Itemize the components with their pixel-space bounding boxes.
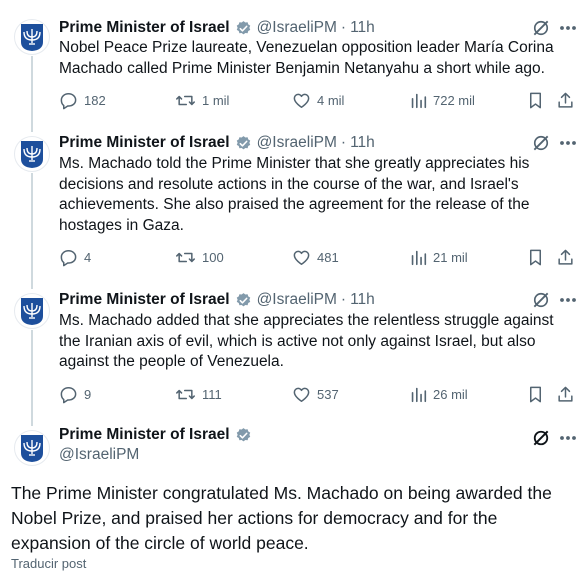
more-icon[interactable] [556, 132, 580, 154]
timestamp[interactable]: 11h [350, 291, 375, 309]
retweet-button[interactable]: 100 [175, 245, 224, 269]
verified-badge-icon [235, 20, 252, 37]
verified-badge-icon [235, 427, 252, 444]
avatar[interactable] [14, 430, 50, 466]
more-icon[interactable] [556, 289, 580, 311]
reply-count: 9 [84, 386, 92, 402]
author-name[interactable]: Prime Minister of Israel [59, 19, 230, 37]
avatar[interactable] [14, 293, 50, 329]
author-handle[interactable]: @IsraeliPM [257, 291, 337, 309]
reply-count: 4 [84, 249, 92, 265]
timestamp[interactable]: 11h [350, 134, 375, 152]
reply-count: 182 [84, 92, 106, 108]
share-button[interactable] [556, 88, 575, 112]
share-button[interactable] [556, 382, 575, 406]
views-button[interactable]: 21 mil [410, 245, 468, 269]
retweet-icon [176, 389, 195, 399]
like-button[interactable]: 4 mil [292, 88, 344, 112]
reply-icon [60, 249, 77, 266]
share-icon [558, 249, 573, 265]
tweet-text: Ms. Machado told the Prime Minister that… [59, 155, 530, 234]
like-button[interactable]: 537 [292, 382, 339, 406]
share-button[interactable] [556, 245, 575, 269]
tweet-header: Prime Minister of Israel @IsraeliPM · 11… [59, 132, 375, 154]
views-icon [411, 250, 427, 265]
tweet-header: Prime Minister of Israel @IsraeliPM · 11… [59, 17, 375, 39]
reply-icon [60, 386, 77, 403]
retweet-count: 100 [202, 249, 224, 265]
tweet-text: Ms. Machado added that she appreciates t… [59, 312, 554, 370]
author-name[interactable]: Prime Minister of Israel [59, 134, 230, 152]
author-name[interactable]: Prime Minister of Israel [59, 426, 230, 444]
author-handle[interactable]: @IsraeliPM [257, 19, 337, 37]
views-button[interactable]: 722 mil [410, 88, 475, 112]
more-icon[interactable] [556, 427, 580, 449]
grok-icon[interactable] [530, 289, 552, 311]
avatar[interactable] [14, 19, 50, 55]
retweet-count: 111 [202, 386, 222, 402]
emblem-icon [21, 141, 43, 168]
main-tweet: Prime Minister of Israel @IsraeliPM The … [0, 426, 584, 576]
translate-post-link[interactable]: Traducir post [11, 556, 86, 571]
reply-icon [60, 92, 77, 109]
grok-icon[interactable] [530, 17, 552, 39]
views-icon [411, 387, 427, 402]
retweet-count: 1 mil [202, 92, 230, 108]
tweet[interactable]: Prime Minister of Israel @IsraeliPM · 11… [0, 289, 584, 414]
emblem-icon [21, 435, 43, 462]
tweet-header: Prime Minister of Israel @IsraeliPM · 11… [59, 289, 375, 311]
separator-dot: · [340, 19, 347, 36]
grok-icon[interactable] [530, 132, 552, 154]
author-name[interactable]: Prime Minister of Israel [59, 291, 230, 309]
separator-dot: · [340, 134, 347, 151]
reply-button[interactable]: 9 [59, 382, 91, 406]
tweet-header: Prime Minister of Israel [59, 426, 252, 444]
tweet-actions: 182 1 mil 4 mil 722 mil [59, 88, 579, 112]
like-icon [293, 93, 310, 108]
reply-button[interactable]: 182 [59, 88, 106, 112]
main-tweet-text: The Prime Minister congratulated Ms. Mac… [11, 483, 552, 553]
retweet-button[interactable]: 111 [175, 382, 222, 406]
bookmark-button[interactable] [527, 382, 544, 406]
grok-icon[interactable] [530, 427, 552, 449]
bookmark-icon [529, 249, 542, 265]
retweet-icon [176, 95, 195, 105]
reply-button[interactable]: 4 [59, 245, 91, 269]
retweet-icon [176, 252, 195, 262]
tweet-actions: 9 111 537 26 mil [59, 382, 579, 406]
share-icon [558, 92, 573, 108]
like-icon [293, 250, 310, 265]
like-icon [293, 387, 310, 402]
timestamp[interactable]: 11h [350, 19, 375, 37]
bookmark-button[interactable] [527, 245, 544, 269]
like-count: 537 [317, 386, 339, 402]
bookmark-button[interactable] [527, 88, 544, 112]
avatar[interactable] [14, 136, 50, 172]
views-count: 722 mil [433, 92, 475, 108]
like-count: 4 mil [317, 92, 345, 108]
views-count: 21 mil [433, 249, 468, 265]
author-handle[interactable]: @IsraeliPM [257, 134, 337, 152]
views-count: 26 mil [433, 386, 468, 402]
bookmark-icon [529, 92, 542, 108]
like-count: 481 [317, 249, 339, 265]
author-handle[interactable]: @IsraeliPM [59, 446, 139, 464]
more-icon[interactable] [556, 17, 580, 39]
share-icon [558, 386, 573, 402]
tweet-actions: 4 100 481 21 mil [59, 245, 579, 269]
emblem-icon [21, 24, 43, 51]
views-icon [411, 93, 427, 108]
tweet-text: Nobel Peace Prize laureate, Venezuelan o… [59, 39, 554, 77]
tweet[interactable]: Prime Minister of Israel @IsraeliPM · 11… [0, 15, 584, 120]
views-button[interactable]: 26 mil [410, 382, 468, 406]
retweet-button[interactable]: 1 mil [175, 88, 229, 112]
tweet[interactable]: Prime Minister of Israel @IsraeliPM · 11… [0, 132, 584, 277]
verified-badge-icon [235, 292, 252, 309]
like-button[interactable]: 481 [292, 245, 339, 269]
emblem-icon [21, 298, 43, 325]
verified-badge-icon [235, 135, 252, 152]
separator-dot: · [340, 291, 347, 308]
bookmark-icon [529, 386, 542, 402]
